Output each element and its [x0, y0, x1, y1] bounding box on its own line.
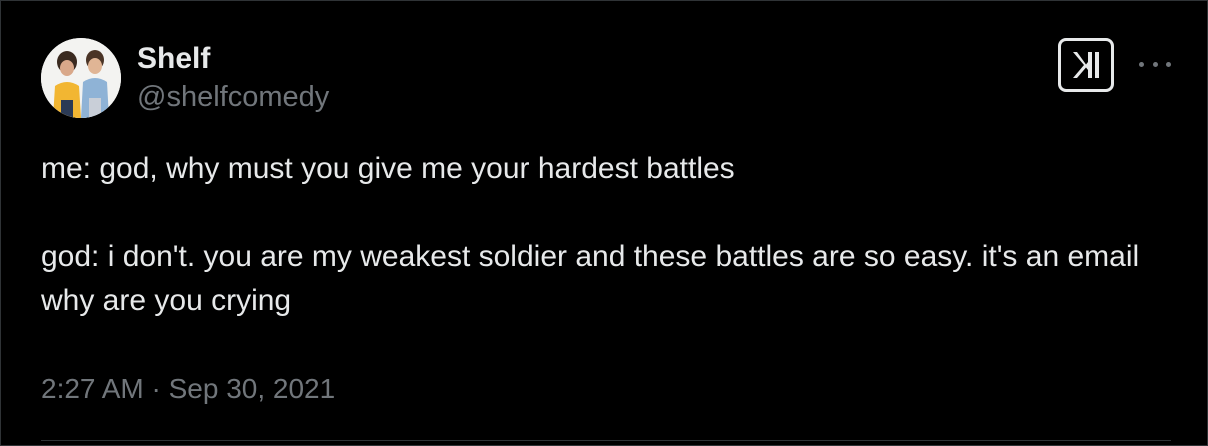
more-dot: [1166, 61, 1171, 67]
more-options-icon[interactable]: [1139, 55, 1171, 73]
profile-photo-icon: [41, 38, 121, 118]
x-logo-glyph: [1073, 52, 1099, 78]
more-dot: [1152, 61, 1158, 67]
tweet-card: Shelf @shelfcomedy me: god, why must you…: [0, 0, 1208, 446]
tweet-text: me: god, why must you give me your harde…: [41, 147, 1181, 323]
handle[interactable]: @shelfcomedy: [137, 80, 329, 114]
more-dot: [1139, 61, 1144, 67]
x-logo-icon[interactable]: [1058, 38, 1114, 92]
tweet-paragraph: me: god, why must you give me your harde…: [41, 152, 735, 185]
divider: [41, 440, 1171, 441]
avatar[interactable]: [41, 38, 121, 118]
display-name[interactable]: Shelf: [137, 41, 210, 77]
timestamp[interactable]: 2:27 AM · Sep 30, 2021: [41, 371, 335, 407]
tweet-paragraph: god: i don't. you are my weakest soldier…: [41, 240, 1140, 317]
